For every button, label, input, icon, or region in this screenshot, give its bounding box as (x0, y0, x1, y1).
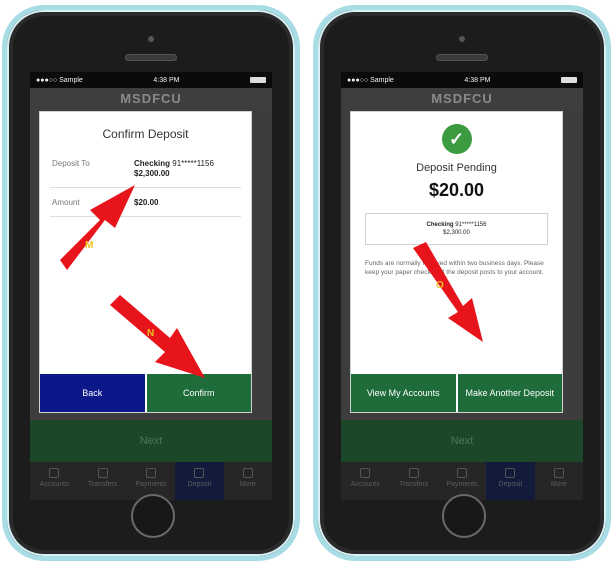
next-button[interactable]: Next (30, 420, 272, 462)
modal-buttons: View My Accounts Make Another Deposit (351, 374, 562, 412)
deposit-icon (505, 468, 516, 478)
tab-deposit[interactable]: Deposit (175, 462, 224, 500)
tab-accounts[interactable]: Accounts (30, 462, 78, 500)
phone-left: ●●●○○ Sample 4:38 PM MSDFCU Next Account… (2, 5, 300, 561)
arrow-o-label: O (436, 280, 444, 291)
tab-transfers[interactable]: Transfers (78, 462, 126, 500)
annotation-arrow-n: N (110, 295, 205, 378)
view-accounts-button[interactable]: View My Accounts (351, 374, 458, 412)
transfers-icon (408, 468, 419, 478)
carrier-label: ●●●○○ Sample (347, 76, 394, 84)
tab-transfers[interactable]: Transfers (389, 462, 437, 500)
tab-label: Accounts (350, 481, 380, 488)
tab-label: Payments (446, 481, 478, 488)
accounts-icon (360, 468, 371, 478)
checkmark-icon: ✓ (441, 124, 472, 154)
arrow-n-shape (110, 295, 205, 378)
tab-label: Deposit (187, 481, 212, 488)
arrow-n-label: N (147, 328, 154, 339)
battery-icon (250, 77, 266, 83)
deposit-to-row: Deposit To Checking 91*****1156 $2,300.0… (40, 159, 251, 179)
home-button[interactable] (131, 494, 175, 538)
camera (459, 36, 465, 42)
payments-icon (457, 468, 468, 478)
tab-label: Payments (135, 481, 167, 488)
app-header: MSDFCU (30, 88, 272, 110)
tab-more[interactable]: More (224, 462, 272, 500)
account-balance: $2,300.00 (134, 169, 170, 178)
account-name: Checking (134, 159, 171, 168)
tab-accounts[interactable]: Accounts (341, 462, 389, 500)
pending-title: Deposit Pending (416, 162, 497, 174)
screen-confirm: ●●●○○ Sample 4:38 PM MSDFCU Next Account… (30, 72, 272, 500)
tab-deposit[interactable]: Deposit (486, 462, 535, 500)
make-another-deposit-button[interactable]: Make Another Deposit (457, 374, 562, 412)
arrow-o-shape (413, 242, 483, 342)
tab-label: Deposit (498, 481, 523, 488)
deposit-to-label: Deposit To (52, 159, 90, 168)
carrier-label: ●●●○○ Sample (36, 76, 83, 84)
annotation-arrow-o: O (413, 242, 483, 342)
deposit-to-value: Checking 91*****1156 $2,300.00 (134, 159, 214, 179)
battery-icon (561, 77, 577, 83)
app-header: MSDFCU (341, 88, 583, 110)
more-icon (242, 468, 253, 478)
more-icon (553, 468, 564, 478)
account-balance: $2,300.00 (443, 230, 470, 236)
transfers-icon (97, 468, 108, 478)
time-label: 4:38 PM (464, 76, 491, 84)
arrow-m-shape (60, 185, 135, 270)
accounts-icon (49, 468, 60, 478)
tab-label: Transfers (398, 481, 429, 488)
arrow-m-label: M (85, 240, 93, 251)
deposit-icon (194, 468, 205, 478)
speaker (125, 54, 177, 61)
tab-label: Accounts (39, 481, 69, 488)
time-label: 4:38 PM (153, 76, 180, 84)
status-bar: ●●●○○ Sample 4:38 PM (341, 72, 583, 88)
next-button[interactable]: Next (341, 420, 583, 462)
tab-more[interactable]: More (535, 462, 583, 500)
tab-label: More (550, 481, 567, 488)
status-bar: ●●●○○ Sample 4:38 PM (30, 72, 272, 88)
pending-amount: $20.00 (428, 180, 485, 200)
tab-label: Transfers (87, 481, 118, 488)
modal-title: Confirm Deposit (102, 127, 189, 141)
account-name: Checking (426, 222, 454, 228)
camera (148, 36, 154, 42)
annotation-arrow-m: M (60, 185, 135, 270)
account-mask: 91*****1156 (170, 159, 214, 168)
speaker (436, 54, 488, 61)
account-mask: 91*****1156 (453, 222, 487, 228)
tab-label: More (239, 481, 256, 488)
home-button[interactable] (442, 494, 486, 538)
payments-icon (146, 468, 157, 478)
